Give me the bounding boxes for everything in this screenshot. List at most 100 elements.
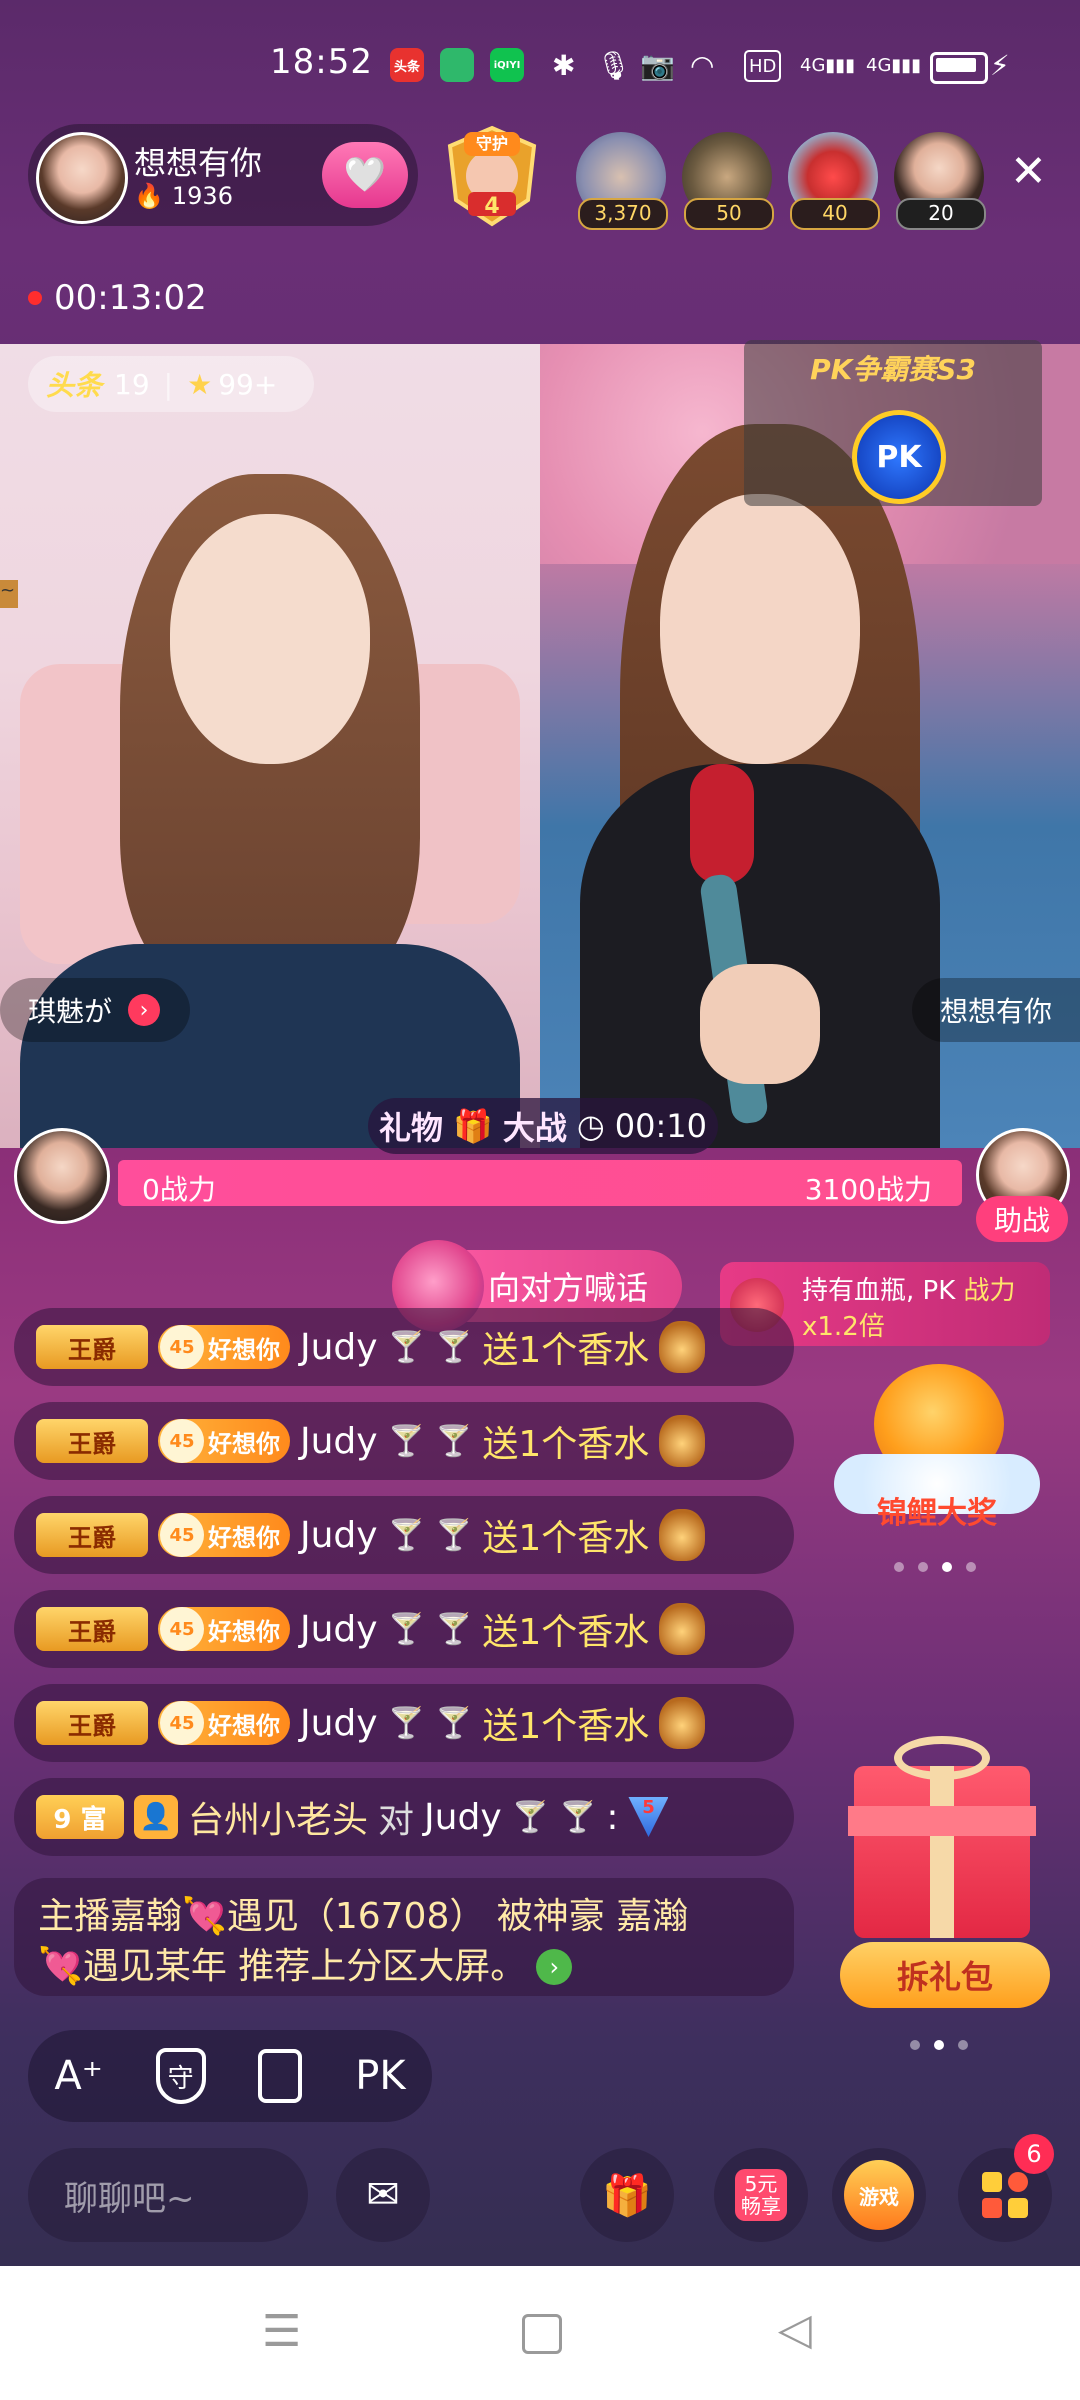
game-button[interactable]: 游戏 [832,2148,926,2242]
open-gift-pack-button[interactable]: 拆礼包 [840,1942,1050,2008]
tool-bar: A⁺ 守 PK [28,2030,432,2122]
grid-icon [982,2172,1028,2218]
live-timer-text: 00:13:02 [54,278,207,318]
chat-gift-row[interactable]: 王爵 45 好想你 Judy 🍸 🍸 送1个香水 [14,1308,794,1386]
assist-button[interactable]: 助战 [976,1196,1068,1242]
chat-user: Judy [300,1326,378,1368]
arrow-right-icon[interactable]: › [536,1949,573,1985]
koi-prize-banner[interactable]: 锦鲤大奖 [834,1364,1040,1548]
host-hot-count: 1936 [171,182,233,210]
chat-to: 对 [378,1800,415,1841]
follow-heart-button[interactable]: 🤍 [322,142,408,208]
pk-button[interactable]: PK [355,2053,405,2099]
left-streamer-name: 琪魅が [28,995,113,1028]
chat-input[interactable]: 聊聊吧~ [28,2148,308,2242]
system-nav-bar: ☰ ◁ [0,2266,1080,2400]
left-stats-pill[interactable]: 头条 19 | ★ 99+ [28,356,314,412]
left-team-avatar[interactable] [14,1128,110,1224]
promo-button[interactable]: 5元 畅享 [714,2148,808,2242]
top-fan-1[interactable]: 3,370 [576,132,668,230]
perfume-icon [659,1415,706,1467]
chat-colon: : [606,1796,619,1838]
right-power: 3100战力 [804,1173,932,1206]
perfume-icon [659,1697,706,1749]
battle-countdown: 00:10 [614,1107,707,1145]
gift-action: 送1个香水 [482,1518,650,1559]
home-nav-icon[interactable] [522,2314,562,2354]
fan-club-name: 好想你 [208,1617,280,1646]
fan-club-name: 好想你 [208,1335,280,1364]
cocktail-icon: 🍸 [434,1329,473,1365]
fan-level: 45 [160,1325,204,1369]
perfume-icon [659,1321,706,1373]
gift-action: 送1个香水 [482,1706,650,1747]
gift-battle-title: 礼物 🎁 大战 ◷ 00:10 [368,1098,718,1154]
pk-icon[interactable]: PK [852,410,946,504]
rank-badge: 王爵 [36,1701,148,1745]
right-streamer-tag[interactable]: 想想有你 [912,978,1080,1042]
star-icon: ★ [187,367,213,401]
battle-power-bar: 0战力 3100战力 [118,1160,962,1206]
gift-action: 送1个香水 [482,1612,650,1653]
chat-gift-row[interactable]: 王爵 45 好想你 Judy 🍸 🍸 送1个香水 [14,1402,794,1480]
close-icon[interactable]: ✕ [1010,150,1047,194]
user-card-icon: 👤 [134,1795,178,1839]
left-streamer-tag[interactable]: 琪魅が › [0,978,190,1042]
guard-level: 4 [484,194,500,219]
toutiao-count: 19 [114,367,150,401]
menu-nav-icon[interactable]: ☰ [262,2306,301,2357]
system-line-2: 💘遇见某年 推荐上分区大屏。 [38,1946,527,1987]
recording-dot-icon [28,291,42,305]
gift-button[interactable]: 🎁 [580,2148,674,2242]
envelope-icon: ✉ [366,2172,400,2218]
chat-system-message[interactable]: 主播嘉翰💘遇见（16708） 被神豪 嘉瀚 💘遇见某年 推荐上分区大屏。 › [14,1878,794,1996]
shout-label: 向对方喊话 [488,1269,649,1307]
top-fan-2[interactable]: 50 [682,132,774,230]
chat-gift-row[interactable]: 王爵 45 好想你 Judy 🍸 🍸 送1个香水 [14,1496,794,1574]
koi-pager-dots [894,1562,976,1572]
chat-target: Judy [424,1796,502,1838]
gift-pager-dots [910,2040,968,2050]
font-size-button[interactable]: A⁺ [54,2053,102,2099]
fan-club-badge: 45 好想你 [158,1701,290,1745]
gift-action: 送1个香水 [482,1330,650,1371]
cocktail-icon: 🍸 [387,1423,425,1459]
rank-badge: 王爵 [36,1513,148,1557]
rank-badge: 王爵 [36,1607,148,1651]
fan-level: 45 [160,1513,204,1557]
guard-shield-button[interactable]: 守 [155,2048,206,2104]
game-icon: 游戏 [844,2160,914,2230]
microphone-head [690,764,754,884]
clipboard-icon[interactable] [258,2049,303,2103]
chat-user: 台州小老头 [188,1800,369,1841]
cocktail-icon: 🍸 [387,1517,425,1553]
top-fan-4[interactable]: 20 [894,132,986,230]
battle-title-b: 大战 [502,1109,567,1147]
lid [848,1806,1036,1836]
charging-icon: ⚡ [990,48,1010,82]
fan-level: 45 [160,1607,204,1651]
live-timer: 00:13:02 [28,278,207,318]
streamer-face [660,494,860,764]
rank-badge: 王爵 [36,1325,148,1369]
chat-gift-row[interactable]: 王爵 45 好想你 Judy 🍸 🍸 送1个香水 [14,1684,794,1762]
host-avatar[interactable] [36,132,128,224]
fan-club-badge: 45 好想你 [158,1325,290,1369]
guard-label: 守护 [464,132,520,156]
gift-box-icon[interactable] [848,1736,1036,1938]
side-tab[interactable]: ~ [0,580,18,608]
cocktail-icon: 🍸 [434,1517,473,1553]
perfume-icon [659,1603,706,1655]
top-fan-3[interactable]: 40 [788,132,880,230]
cocktail-icon: 🍸 [387,1329,425,1365]
message-button[interactable]: ✉ [336,2148,430,2242]
fan-club-name: 好想你 [208,1429,280,1458]
back-nav-icon[interactable]: ◁ [778,2304,812,2355]
guard-badge[interactable]: 守护 4 [438,122,546,230]
status-time: 18:52 [270,42,373,82]
fan-club-badge: 45 好想你 [158,1607,290,1651]
chat-user: Judy [300,1702,378,1744]
chat-rich-row[interactable]: 9 富 👤 台州小老头 对 Judy 🍸 🍸 : 5 [14,1778,794,1856]
chat-gift-row[interactable]: 王爵 45 好想你 Judy 🍸 🍸 送1个香水 [14,1590,794,1668]
rank-badge: 王爵 [36,1419,148,1463]
